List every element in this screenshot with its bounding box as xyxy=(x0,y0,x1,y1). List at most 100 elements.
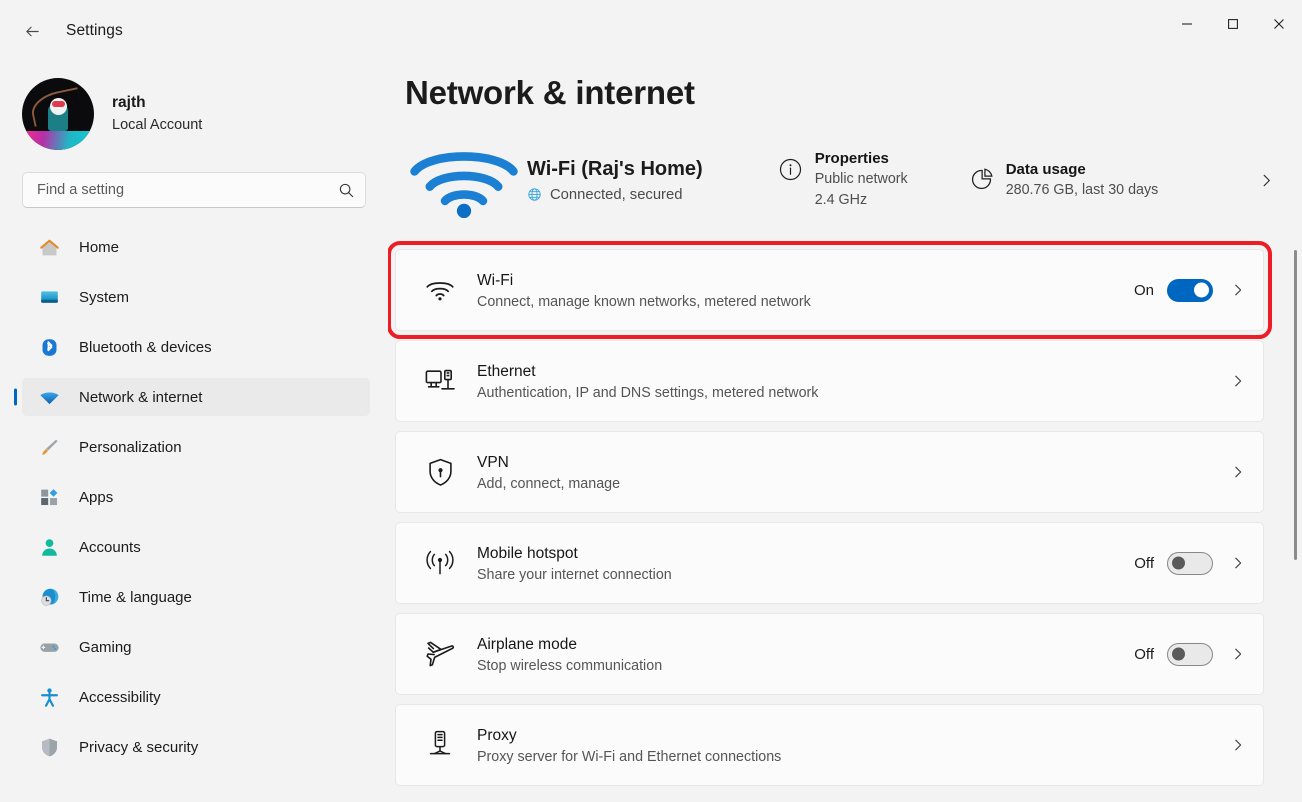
data-usage-text: Data usage 280.76 GB, last 30 days xyxy=(1006,160,1159,201)
search-box[interactable] xyxy=(22,172,366,208)
chevron-right-icon[interactable] xyxy=(1231,647,1245,661)
main-scrollbar[interactable] xyxy=(1294,250,1297,560)
sidebar-item-label: Bluetooth & devices xyxy=(79,339,212,356)
card-proxy[interactable]: Proxy Proxy server for Wi-Fi and Etherne… xyxy=(395,704,1264,786)
sidebar-item-label: Accessibility xyxy=(79,689,161,706)
card-controls: Off xyxy=(1134,552,1245,575)
clock-globe-icon xyxy=(38,586,60,608)
card-title: Wi-Fi xyxy=(477,270,811,292)
card-mobile-hotspot[interactable]: Mobile hotspot Share your internet conne… xyxy=(395,522,1264,604)
pie-chart-icon xyxy=(968,166,996,194)
sidebar-item-privacy-security[interactable]: Privacy & security xyxy=(22,728,370,766)
toggle-knob xyxy=(1172,557,1185,570)
sidebar-item-time-language[interactable]: Time & language xyxy=(22,578,370,616)
sidebar: rajth Local Account Home xyxy=(0,62,388,802)
card-wifi[interactable]: Wi-Fi Connect, manage known networks, me… xyxy=(395,249,1264,331)
window-title: Settings xyxy=(66,22,123,40)
search-icon xyxy=(338,182,355,199)
sidebar-item-apps[interactable]: Apps xyxy=(22,478,370,516)
wifi-toggle[interactable] xyxy=(1167,279,1213,302)
maximize-button[interactable] xyxy=(1210,0,1256,48)
chevron-right-icon[interactable] xyxy=(1259,173,1274,188)
page-title: Network & internet xyxy=(405,74,1302,112)
main-content: Network & internet Wi-Fi (Raj's Home) xyxy=(388,62,1302,802)
sidebar-item-label: Privacy & security xyxy=(79,739,198,756)
sidebar-item-label: Accounts xyxy=(79,539,141,556)
paintbrush-icon xyxy=(38,436,60,458)
card-vpn[interactable]: VPN Add, connect, manage xyxy=(395,431,1264,513)
card-subtitle: Stop wireless communication xyxy=(477,658,662,674)
card-subtitle: Share your internet connection xyxy=(477,567,672,583)
sidebar-item-system[interactable]: System xyxy=(22,278,370,316)
sidebar-item-network-internet[interactable]: Network & internet xyxy=(22,378,370,416)
data-usage-link[interactable]: Data usage 280.76 GB, last 30 days xyxy=(968,160,1159,201)
sidebar-nav: Home System xyxy=(0,228,388,766)
globe-icon xyxy=(527,187,542,202)
home-icon xyxy=(38,236,60,258)
connection-state-label: Connected, secured xyxy=(550,187,682,203)
info-circle-icon xyxy=(777,155,805,183)
chevron-right-icon[interactable] xyxy=(1231,556,1245,570)
card-ethernet[interactable]: Ethernet Authentication, IP and DNS sett… xyxy=(395,340,1264,422)
chevron-right-icon[interactable] xyxy=(1231,374,1245,388)
sidebar-item-personalization[interactable]: Personalization xyxy=(22,428,370,466)
sidebar-item-accounts[interactable]: Accounts xyxy=(22,528,370,566)
window-controls xyxy=(1164,0,1302,48)
sidebar-item-home[interactable]: Home xyxy=(22,228,370,266)
card-subtitle: Connect, manage known networks, metered … xyxy=(477,294,811,310)
card-text: Ethernet Authentication, IP and DNS sett… xyxy=(477,361,818,401)
sidebar-item-label: Network & internet xyxy=(79,389,202,406)
card-text: Mobile hotspot Share your internet conne… xyxy=(477,543,672,583)
sidebar-item-label: Time & language xyxy=(79,589,192,606)
title-bar: Settings xyxy=(0,0,1302,62)
mobile-hotspot-toggle[interactable] xyxy=(1167,552,1213,575)
card-subtitle: Add, connect, manage xyxy=(477,476,620,492)
chevron-right-icon[interactable] xyxy=(1231,465,1245,479)
properties-text: Properties Public network 2.4 GHz xyxy=(815,149,908,211)
card-airplane-mode[interactable]: Airplane mode Stop wireless communicatio… xyxy=(395,613,1264,695)
settings-window: Settings xyxy=(0,0,1302,802)
toggle-state-label: Off xyxy=(1134,646,1154,663)
search-input[interactable] xyxy=(37,182,338,198)
card-controls xyxy=(1213,374,1245,388)
connection-status-strip: Wi-Fi (Raj's Home) Connected, secured xyxy=(405,135,1302,225)
minimize-button[interactable] xyxy=(1164,0,1210,48)
settings-card-list: Wi-Fi Connect, manage known networks, me… xyxy=(395,249,1295,786)
gamepad-icon xyxy=(38,636,60,658)
data-usage-subtitle: 280.76 GB, last 30 days xyxy=(1006,180,1159,201)
chevron-right-icon[interactable] xyxy=(1231,283,1245,297)
card-title: Proxy xyxy=(477,725,781,747)
sidebar-item-gaming[interactable]: Gaming xyxy=(22,628,370,666)
sidebar-item-bluetooth[interactable]: Bluetooth & devices xyxy=(22,328,370,366)
close-button[interactable] xyxy=(1256,0,1302,48)
card-subtitle: Authentication, IP and DNS settings, met… xyxy=(477,385,818,401)
sidebar-item-accessibility[interactable]: Accessibility xyxy=(22,678,370,716)
card-controls xyxy=(1213,465,1245,479)
card-title: Mobile hotspot xyxy=(477,543,672,565)
accounts-icon xyxy=(38,536,60,558)
properties-title: Properties xyxy=(815,149,908,169)
sidebar-item-label: Apps xyxy=(79,489,113,506)
airplane-icon xyxy=(423,637,457,671)
accessibility-icon xyxy=(38,686,60,708)
close-icon xyxy=(1273,18,1285,30)
account-type: Local Account xyxy=(112,116,202,136)
card-text: Wi-Fi Connect, manage known networks, me… xyxy=(477,270,811,310)
maximize-icon xyxy=(1227,18,1239,30)
account-section[interactable]: rajth Local Account xyxy=(0,62,388,158)
account-text: rajth Local Account xyxy=(112,93,202,135)
card-text: VPN Add, connect, manage xyxy=(477,452,620,492)
wifi-signal-large-icon xyxy=(405,140,523,220)
avatar xyxy=(22,78,94,150)
hotspot-icon xyxy=(423,546,457,580)
toggle-knob xyxy=(1194,283,1209,298)
toggle-state-label: Off xyxy=(1134,555,1154,572)
shield-icon xyxy=(38,736,60,758)
properties-link[interactable]: Properties Public network 2.4 GHz xyxy=(777,149,908,211)
toggle-state-label: On xyxy=(1134,282,1154,299)
back-button[interactable] xyxy=(12,14,52,48)
airplane-mode-toggle[interactable] xyxy=(1167,643,1213,666)
back-arrow-icon xyxy=(23,22,42,41)
chevron-right-icon[interactable] xyxy=(1231,738,1245,752)
toggle-knob xyxy=(1172,648,1185,661)
